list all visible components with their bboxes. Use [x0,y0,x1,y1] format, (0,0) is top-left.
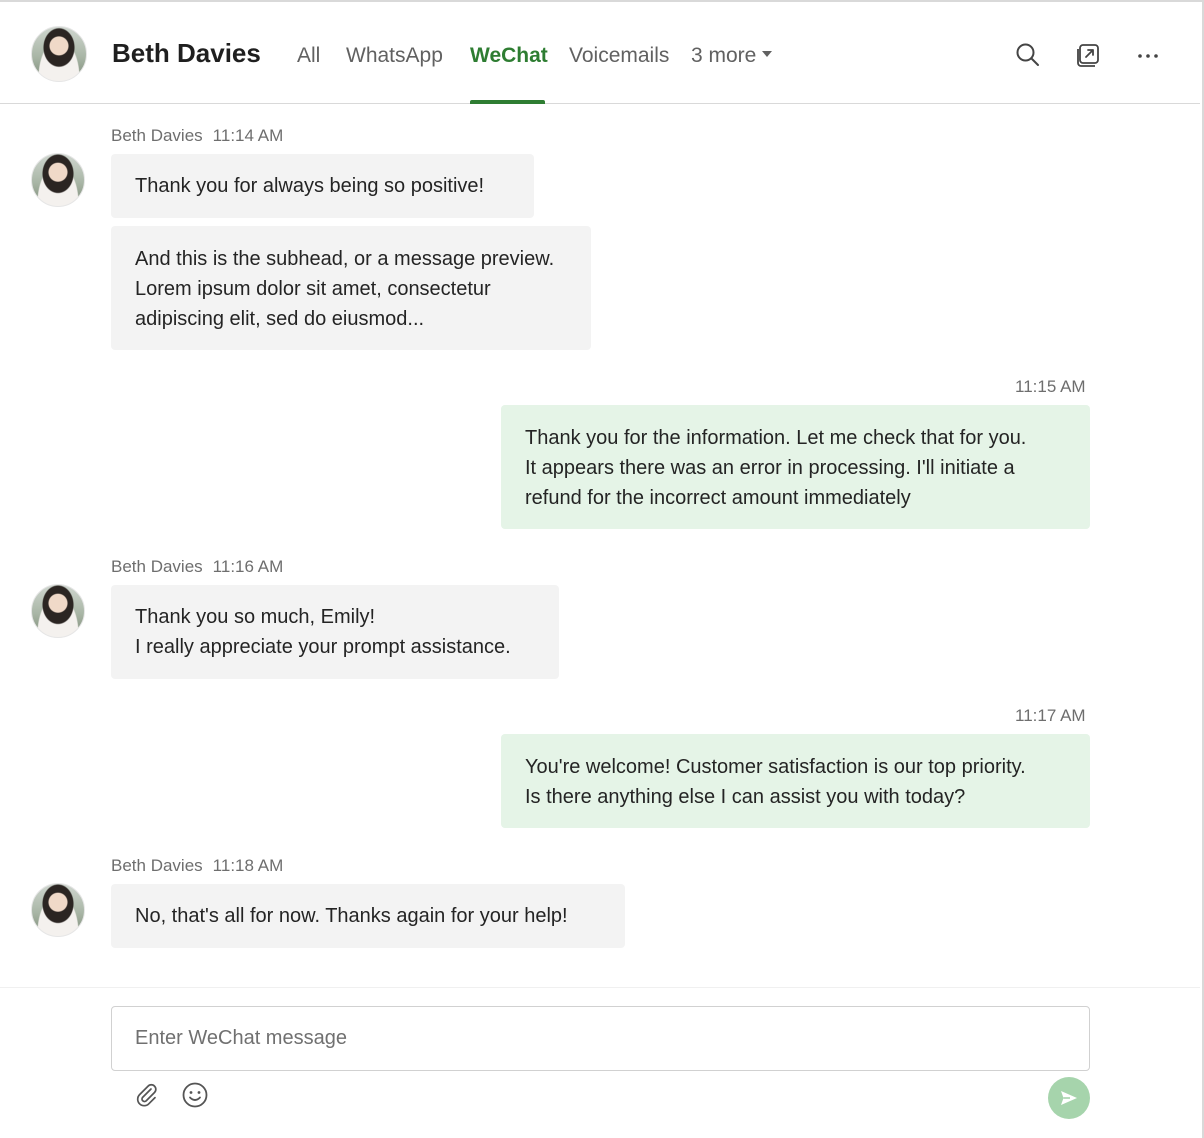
sender-avatar[interactable] [31,584,85,638]
composer-divider [0,987,1200,988]
chevron-down-icon [762,51,773,58]
sender-avatar[interactable] [31,153,85,207]
chat-header: Beth Davies All WhatsApp WeChat Voicemai… [0,2,1200,104]
send-button[interactable] [1048,1077,1090,1119]
message-time: 11:18 AM [212,856,284,875]
message-time: 11:16 AM [212,557,284,576]
tab-all[interactable]: All [297,44,320,68]
attach-icon[interactable] [132,1080,162,1110]
emoji-icon[interactable] [180,1080,210,1110]
sender-name: Beth Davies [111,557,203,576]
tab-more-label: 3 more [691,44,757,67]
popout-icon[interactable] [1073,40,1103,70]
sender-avatar[interactable] [31,883,85,937]
sender-name: Beth Davies [111,126,203,145]
search-icon[interactable] [1013,40,1043,70]
incoming-message-bubble[interactable]: No, that's all for now. Thanks again for… [111,884,625,948]
contact-name: Beth Davies [112,38,261,68]
message-meta: Beth Davies 11:14 AM [111,126,283,146]
incoming-message-bubble[interactable]: Thank you for always being so positive! [111,154,534,218]
tab-voicemails[interactable]: Voicemails [569,44,669,68]
active-tab-indicator [470,100,545,104]
message-input[interactable] [111,1006,1090,1071]
incoming-message-bubble[interactable]: And this is the subhead, or a message pr… [111,226,591,350]
message-meta: Beth Davies 11:16 AM [111,557,283,577]
send-icon [1061,1091,1077,1105]
tab-more-dropdown[interactable]: 3 more [691,44,773,68]
tab-wechat[interactable]: WeChat [470,44,548,68]
contact-avatar[interactable] [31,26,87,82]
chat-window: Beth Davies All WhatsApp WeChat Voicemai… [0,0,1204,1138]
message-meta: Beth Davies 11:18 AM [111,856,283,876]
more-options-icon[interactable] [1133,40,1163,70]
outgoing-message-bubble[interactable]: You're welcome! Customer satisfaction is… [501,734,1090,828]
incoming-message-bubble[interactable]: Thank you so much, Emily! I really appre… [111,585,559,679]
sender-name: Beth Davies [111,856,203,875]
message-time: 11:15 AM [1015,377,1086,396]
message-time: 11:17 AM [1015,706,1086,725]
message-time: 11:14 AM [212,126,284,145]
outgoing-message-bubble[interactable]: Thank you for the information. Let me ch… [501,405,1090,529]
tab-whatsapp[interactable]: WhatsApp [346,44,443,68]
